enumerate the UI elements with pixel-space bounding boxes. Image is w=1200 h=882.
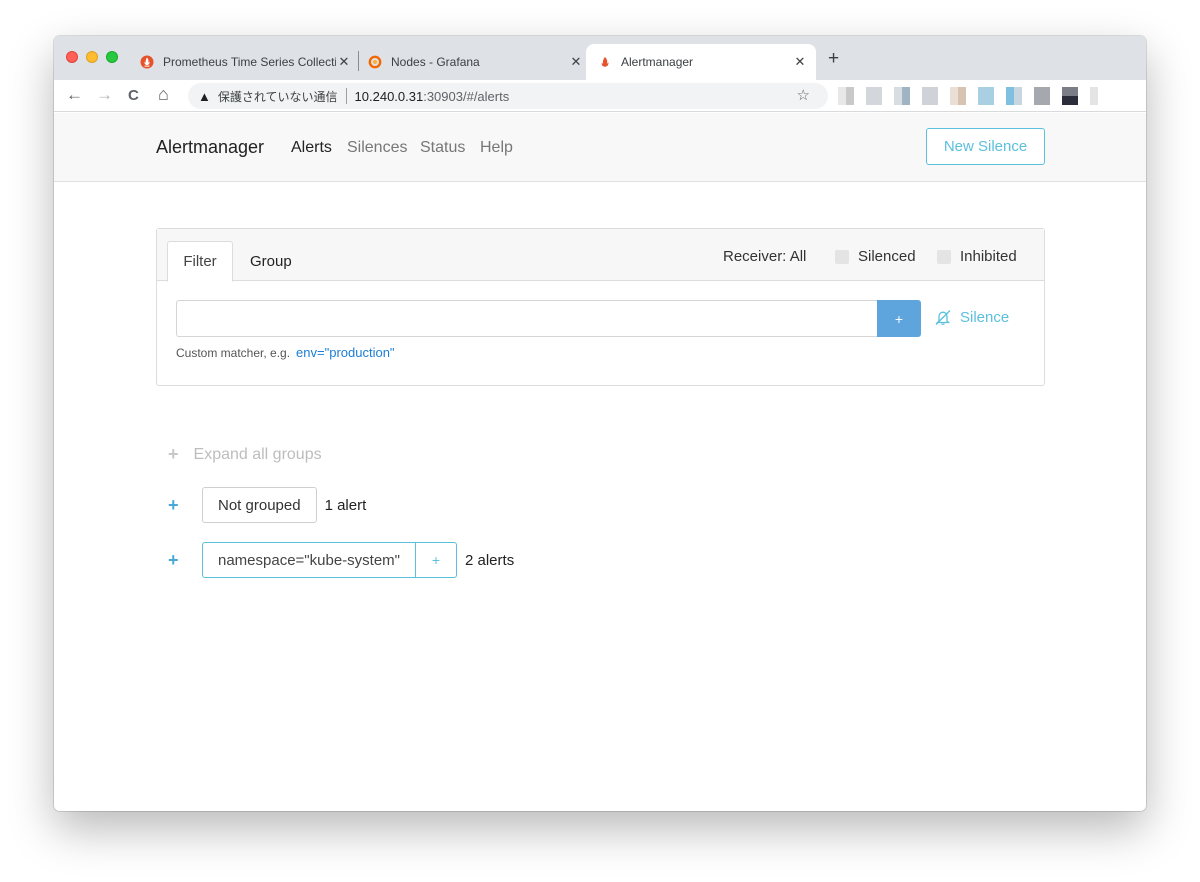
browser-window: Prometheus Time Series Collection and Pr… — [54, 36, 1146, 811]
checkbox-box[interactable] — [835, 249, 849, 264]
url-separator — [345, 88, 347, 104]
back-arrow-icon[interactable]: ← — [66, 85, 83, 105]
browser-tab-prometheus[interactable]: Prometheus Time Series Collection and Pr… — [138, 44, 352, 80]
brand[interactable]: Alertmanager — [156, 137, 264, 158]
plus-icon: + — [168, 444, 179, 464]
url-host: 10.240.0.31 — [354, 88, 424, 104]
filter-card-header: Filter Group Receiver: All Silenced Inhi… — [157, 229, 1044, 282]
group-label-pill: namespace="kube-system" + — [202, 542, 457, 578]
alert-count: 2 alerts — [465, 551, 515, 569]
inhibited-label: Inhibited — [960, 248, 1017, 265]
nav-status[interactable]: Status — [420, 139, 465, 157]
group-label: Not grouped — [202, 487, 317, 523]
grafana-icon — [368, 55, 382, 69]
app-navbar: Alertmanager Alerts Silences Status Help… — [54, 113, 1146, 182]
security-status[interactable]: 保護されていない通信 — [218, 88, 338, 105]
browser-tab-grafana[interactable]: Nodes - Grafana ✕ — [366, 44, 584, 80]
tab-group[interactable]: Group — [250, 241, 292, 281]
receiver-selector[interactable]: Receiver: All — [723, 248, 806, 265]
extensions-area — [838, 87, 1110, 105]
alertmanager-page: Alertmanager Alerts Silences Status Help… — [54, 113, 1146, 811]
minimize-window-button[interactable] — [86, 51, 98, 63]
tab-title: Alertmanager — [621, 55, 694, 69]
extension-icon[interactable] — [922, 87, 938, 105]
browser-tab-alertmanager[interactable]: Alertmanager ✕ — [586, 44, 816, 80]
silence-link[interactable]: Silence — [934, 308, 1009, 326]
forward-arrow-icon[interactable]: → — [96, 85, 113, 105]
filter-card: Filter Group Receiver: All Silenced Inhi… — [156, 228, 1045, 386]
tab-title: Prometheus Time Series Collection and Pr… — [163, 55, 336, 69]
extension-icon[interactable] — [1062, 87, 1078, 105]
matcher-hint: Custom matcher, e.g. env="production" — [176, 345, 395, 360]
expand-group-icon[interactable]: + — [168, 550, 202, 571]
expand-group-icon[interactable]: + — [168, 495, 202, 516]
new-silence-button[interactable]: New Silence — [926, 128, 1045, 165]
alert-group: + namespace="kube-system" + 2 alerts — [168, 542, 514, 578]
silenced-label: Silenced — [858, 248, 916, 265]
checkbox-box[interactable] — [937, 249, 951, 264]
nav-silences[interactable]: Silences — [347, 139, 407, 157]
silenced-checkbox[interactable]: Silenced — [835, 248, 916, 265]
filter-input[interactable] — [176, 300, 878, 337]
add-group-filter-button[interactable]: + — [415, 543, 456, 577]
address-bar[interactable]: ▲ 保護されていない通信 10.240.0.31:30903/#/alerts … — [188, 83, 828, 109]
alert-count: 1 alert — [324, 496, 367, 514]
reload-icon[interactable]: C — [128, 86, 139, 106]
close-tab-icon[interactable]: ✕ — [336, 54, 352, 70]
tab-separator — [358, 51, 359, 71]
bell-slash-icon — [935, 310, 951, 325]
close-tab-icon[interactable]: ✕ — [568, 54, 584, 70]
extension-icon[interactable] — [950, 87, 966, 105]
hint-text: Custom matcher, e.g. — [176, 346, 291, 360]
warning-icon[interactable]: ▲ — [198, 89, 211, 104]
expand-all-label: Expand all groups — [193, 445, 322, 463]
hint-example: env="production" — [296, 345, 395, 360]
nav-help[interactable]: Help — [480, 139, 513, 157]
group-label: namespace="kube-system" — [218, 551, 400, 569]
close-tab-icon[interactable]: ✕ — [792, 54, 808, 70]
close-window-button[interactable] — [66, 51, 78, 63]
browser-toolbar: ← → C ⌂ ▲ 保護されていない通信 10.240.0.31:30903/#… — [54, 80, 1146, 112]
extension-icon[interactable] — [866, 87, 882, 105]
expand-all-groups[interactable]: + Expand all groups — [168, 444, 322, 465]
prometheus-icon — [140, 55, 154, 69]
tab-title: Nodes - Grafana — [391, 55, 480, 69]
extension-icon[interactable] — [894, 87, 910, 105]
maximize-window-button[interactable] — [106, 51, 118, 63]
extension-icon[interactable] — [1006, 87, 1022, 105]
extension-icon[interactable] — [978, 87, 994, 105]
url-path: :30903/#/alerts — [423, 88, 510, 104]
silence-link-label: Silence — [960, 308, 1010, 326]
prometheus-icon — [598, 55, 612, 69]
tab-strip: Prometheus Time Series Collection and Pr… — [54, 36, 1146, 80]
new-tab-button[interactable]: + — [828, 49, 839, 69]
extension-icon[interactable] — [1034, 87, 1050, 105]
home-icon[interactable]: ⌂ — [158, 84, 169, 104]
bookmark-star-icon[interactable]: ☆ — [797, 86, 810, 104]
extension-icon[interactable] — [1090, 87, 1098, 105]
inhibited-checkbox[interactable]: Inhibited — [937, 248, 1017, 265]
extension-icon[interactable] — [838, 87, 854, 105]
add-matcher-button[interactable]: + — [877, 300, 921, 337]
alert-group: + Not grouped 1 alert — [168, 487, 366, 523]
nav-alerts[interactable]: Alerts — [291, 139, 332, 157]
tab-filter[interactable]: Filter — [167, 241, 233, 282]
